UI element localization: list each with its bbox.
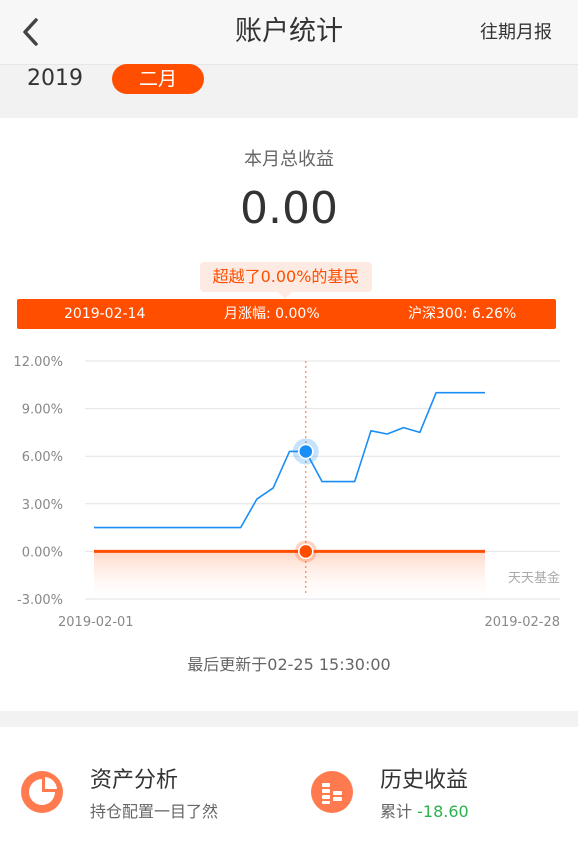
beat-percentage-badge: 超越了0.00%的基民 <box>200 262 372 299</box>
income-line-chart[interactable]: 12.00% 9.00% 6.00% 3.00% 0.00% -3.00% 2019-02-… <box>0 345 578 640</box>
y-tick-label: 12.00% <box>13 355 63 370</box>
x-tick-label-start: 2019-02-01 <box>58 615 134 630</box>
month-selector[interactable]: 二月 <box>112 64 204 94</box>
pie-chart-icon <box>21 771 63 813</box>
selected-day-info-bar: 2019-02-14 月涨幅: 0.00% 沪深300: 6.26% <box>17 299 556 329</box>
total-income-value: 0.00 <box>240 183 338 234</box>
history-income-title: 历史收益 <box>380 768 469 793</box>
year-label: 2019 <box>27 66 83 91</box>
asset-analysis-title: 资产分析 <box>90 768 179 793</box>
y-tick-label: 3.00% <box>22 498 63 513</box>
info-monthly-change: 月涨幅: 0.00% <box>224 306 320 322</box>
y-tick-label: -3.00% <box>17 593 63 608</box>
info-index-change: 沪深300: 6.26% <box>408 306 517 322</box>
asset-analysis-entry[interactable]: 资产分析 持仓配置一目了然 <box>20 748 260 838</box>
history-reports-link[interactable]: 往期月报 <box>480 20 552 46</box>
y-tick-label: 6.00% <box>22 450 63 465</box>
income-point-marker <box>298 543 314 560</box>
header-bar: 账户统计 往期月报 <box>0 0 578 65</box>
chart-watermark: 天天基金 <box>508 570 560 586</box>
last-update-time: 最后更新于02-25 15:30:00 <box>187 655 391 674</box>
y-tick-label: 0.00% <box>22 545 63 560</box>
index-point-marker <box>298 443 314 460</box>
info-date: 2019-02-14 <box>64 306 146 322</box>
index-series-line <box>94 391 485 529</box>
history-income-entry[interactable]: 历史收益 累计 -18.60 <box>310 748 560 838</box>
y-tick-label: 9.00% <box>22 403 63 418</box>
x-tick-label-end: 2019-02-28 <box>484 615 560 630</box>
history-income-subtitle: 累计 -18.60 <box>380 798 469 822</box>
cumulative-value: -18.60 <box>417 802 469 821</box>
total-income-label: 本月总收益 <box>244 149 334 170</box>
coins-icon <box>311 771 353 813</box>
cumulative-label: 累计 <box>380 802 413 821</box>
asset-analysis-subtitle: 持仓配置一目了然 <box>90 802 219 821</box>
user-income-area <box>94 551 485 599</box>
